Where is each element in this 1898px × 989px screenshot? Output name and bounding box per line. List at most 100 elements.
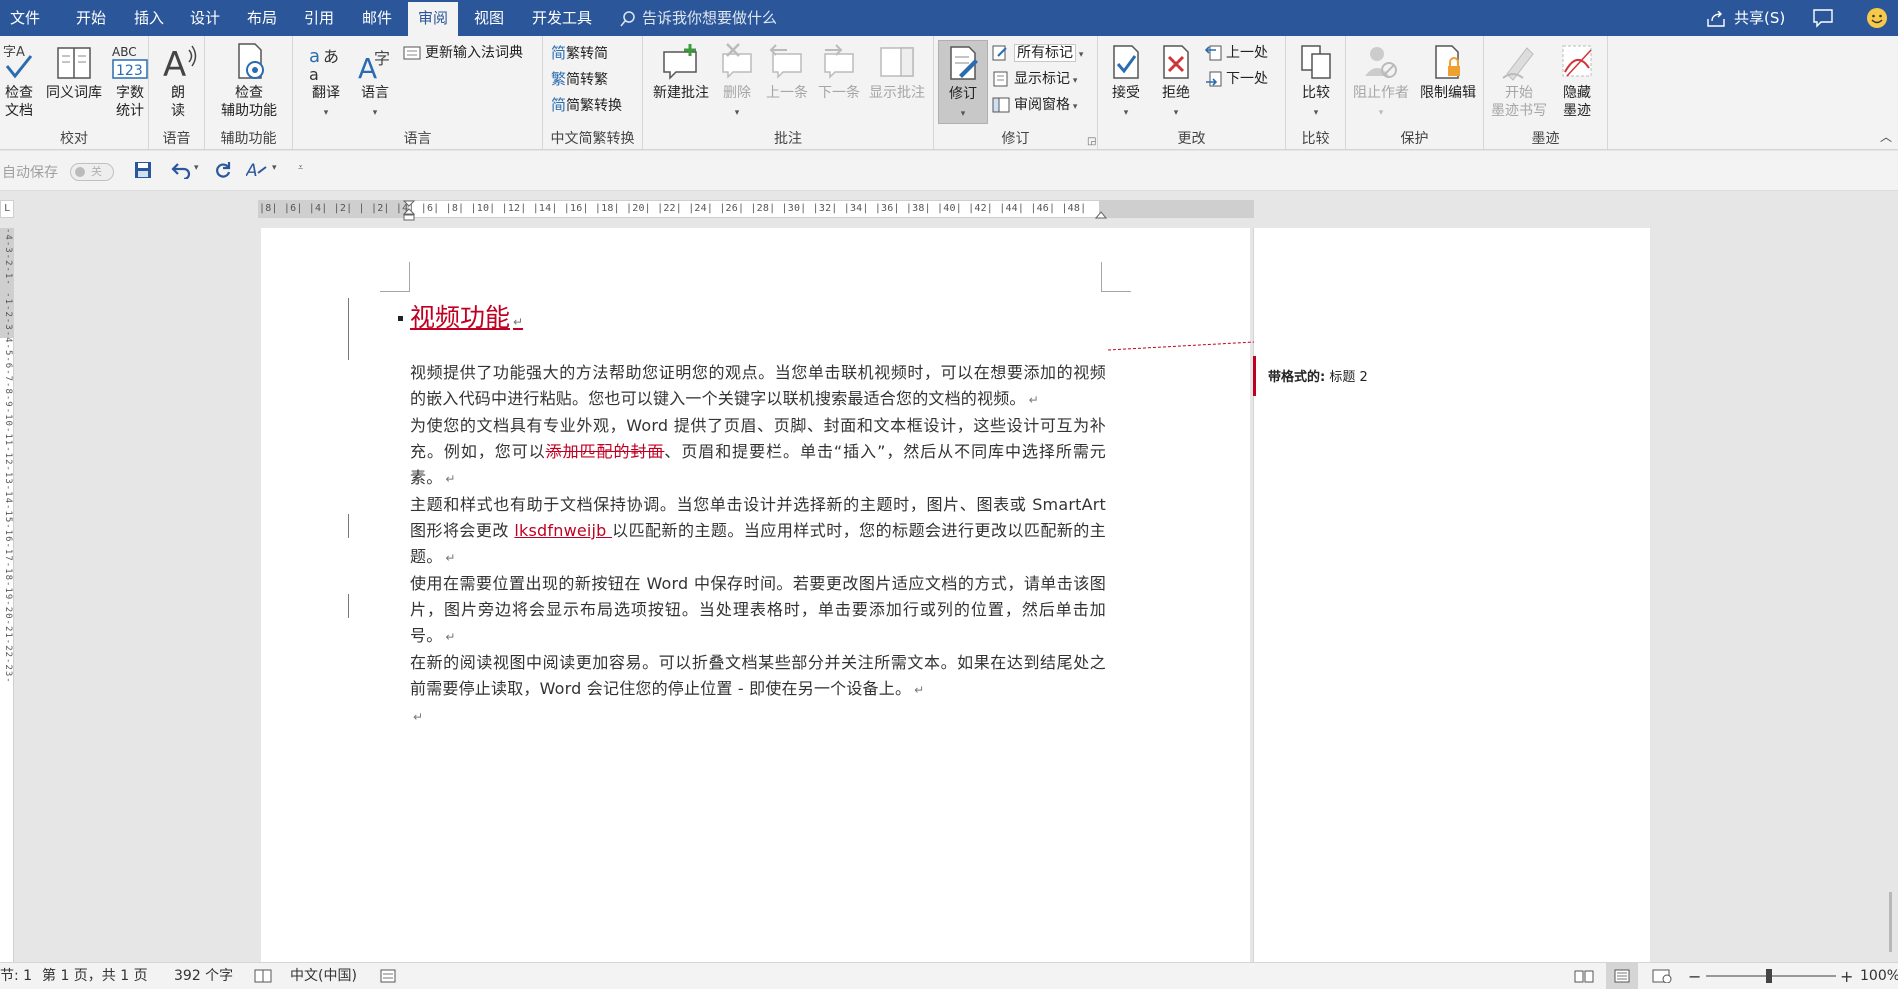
paragraph[interactable]: 视频提供了功能强大的方法帮助您证明您的观点。当您单击联机视频时，可以在想要添加的… [410,360,1106,413]
paragraph[interactable]: 主题和样式也有助于文档保持协调。当您单击设计并选择新的主题时，图片、图表或 Sm… [410,492,1106,571]
deleted-text[interactable]: 添加匹配的封面 [546,442,665,461]
reviewing-pane-dropdown-icon[interactable]: ▾ [1070,102,1078,112]
next-comment-button[interactable]: 下一条 [815,42,863,102]
tab-home[interactable]: 开始 [66,0,116,36]
proofing-status-icon[interactable] [254,963,272,989]
markup-display-icon [992,45,1007,61]
compare-button[interactable]: 比较 ▾ [1294,42,1338,122]
hide-ink-button[interactable]: 隐藏 墨迹 [1550,42,1604,120]
zoom-level[interactable]: 100% [1860,963,1898,989]
collapse-ribbon-icon[interactable]: ︿ [1880,128,1892,145]
language-dropdown-icon[interactable]: ▾ [373,108,378,118]
undo-dropdown-icon[interactable]: ▾ [194,163,199,173]
formatting-balloon[interactable]: 带格式的: 标题 2 [1253,356,1650,396]
scrollbar-thumb[interactable] [1889,892,1892,952]
show-comments-button[interactable]: 显示批注 [865,42,929,102]
customize-qat-icon[interactable]: ⩡ [298,163,303,173]
page-indicator[interactable]: 第 1 页，共 1 页 [42,963,148,989]
text-format-dropdown-icon[interactable]: ▾ [272,163,277,173]
paragraph[interactable]: 使用在需要位置出现的新按钮在 Word 中保存时间。若要更改图片适应文档的方式，… [410,571,1106,650]
show-markup-dropdown-icon[interactable]: ▾ [1070,76,1078,86]
track-changes-dropdown-icon[interactable]: ▾ [961,109,966,119]
zoom-slider[interactable] [1706,969,1836,983]
update-ime-button[interactable]: 更新输入法词典 [403,42,523,64]
language-indicator[interactable]: 中文(中国) [290,963,357,989]
next-comment-label: 下一条 [818,85,860,101]
paragraph-mark: ↵ [445,630,456,644]
previous-change-button[interactable]: 上一处 [1204,42,1268,64]
vertical-scrollbar[interactable] [1884,192,1898,962]
tab-selector[interactable]: L [0,200,14,218]
block-authors-button[interactable]: 阻止作者 ▾ [1350,42,1412,122]
markup-dropdown-icon[interactable]: ▾ [1076,50,1084,60]
inserted-text[interactable]: lksdfnweijb [514,521,612,540]
indent-marker-icon[interactable] [403,200,415,222]
print-layout-icon[interactable] [1606,963,1638,989]
tracking-dialog-launcher-icon[interactable]: ◲ [1087,136,1096,147]
paragraph[interactable]: 在新的阅读视图中阅读更加容易。可以折叠文档某些部分并关注所需文本。如果在达到结尾… [410,650,1106,703]
show-markup-button[interactable]: 显示标记 ▾ [992,68,1077,90]
tell-me-search[interactable]: 告诉我你想要做什么 [620,0,777,36]
check-accessibility-button[interactable]: 检查 辅助功能 [211,42,287,120]
text-format-icon[interactable]: A [246,161,268,179]
tab-references[interactable]: 引用 [294,0,344,36]
macro-recording-icon[interactable] [380,963,396,989]
tab-insert[interactable]: 插入 [124,0,174,36]
tab-mailings[interactable]: 邮件 [352,0,402,36]
delete-dropdown-icon[interactable]: ▾ [735,108,740,118]
comments-icon[interactable] [1812,8,1834,32]
autosave-toggle[interactable]: 关 [70,163,114,181]
undo-icon[interactable] [170,161,192,179]
compare-dropdown-icon[interactable]: ▾ [1314,108,1319,118]
zoom-out-button[interactable]: − [1688,963,1701,989]
to-traditional-button[interactable]: 繁简转繁 [551,68,608,90]
right-indent-marker-icon[interactable] [1095,209,1107,219]
share-button[interactable]: 共享(S) [1706,0,1785,36]
empty-paragraph[interactable]: ↵ [410,703,1106,730]
accept-dropdown-icon[interactable]: ▾ [1124,108,1129,118]
horizontal-ruler[interactable]: |8| |6| |4| |2| | |2| |4| |6| |8| |10| |… [258,200,1254,221]
tab-developer[interactable]: 开发工具 [522,0,602,36]
spelling-button[interactable]: 字A 检查 文档 [2,42,36,120]
previous-comment-button[interactable]: 上一条 [763,42,811,102]
paragraph[interactable]: 为使您的文档具有专业外观，Word 提供了页眉、页脚、封面和文本框设计，这些设计… [410,413,1106,492]
markup-display-select[interactable]: 所有标记 ▾ [992,42,1083,64]
tab-review[interactable]: 审阅 [408,2,459,36]
to-simplified-button[interactable]: 简繁转简 [551,42,608,64]
restrict-editing-button[interactable]: 限制编辑 [1416,42,1480,102]
save-icon[interactable] [134,161,152,179]
tab-design[interactable]: 设计 [180,0,230,36]
reject-button[interactable]: 拒绝 ▾ [1154,42,1198,122]
delete-comment-button[interactable]: 删除 ▾ [719,42,755,122]
next-change-button[interactable]: 下一处 [1204,68,1268,90]
tab-file[interactable]: 文件 [0,0,50,36]
new-comment-icon [663,44,697,80]
zoom-slider-thumb[interactable] [1766,969,1772,983]
translate-button[interactable]: aあa 翻译 ▾ [303,42,349,122]
accept-button[interactable]: 接受 ▾ [1104,42,1148,122]
word-count-indicator[interactable]: 392 个字 [174,963,233,989]
document-body[interactable]: 视频功能 ↵ 视频提供了功能强大的方法帮助您证明您的观点。当您单击联机视频时，可以… [398,296,1106,730]
start-inking-button[interactable]: 开始 墨迹书写 [1490,42,1548,120]
thesaurus-button[interactable]: 同义词库 [42,42,106,102]
convert-button[interactable]: 简简繁转换 [551,94,622,116]
track-changes-button[interactable]: 修订 ▾ [938,40,988,124]
heading-2[interactable]: 视频功能 ↵ [398,296,1106,344]
vertical-ruler[interactable]: -4-3-2-1- -1-2-3-4-5-6-7-8-9-10-11-12-13… [0,228,14,962]
read-mode-icon[interactable] [1574,963,1594,989]
tab-layout[interactable]: 布局 [237,0,287,36]
tab-view[interactable]: 视图 [464,0,514,36]
feedback-smiley-icon[interactable] [1866,7,1888,33]
block-authors-dropdown-icon[interactable]: ▾ [1379,108,1384,118]
new-comment-button[interactable]: 新建批注 [649,42,713,102]
section-indicator[interactable]: 节: 1 [0,963,32,989]
translate-dropdown-icon[interactable]: ▾ [324,108,329,118]
reject-dropdown-icon[interactable]: ▾ [1174,108,1179,118]
zoom-in-button[interactable]: + [1840,963,1853,989]
reviewing-pane-button[interactable]: 审阅窗格 ▾ [992,94,1077,116]
web-layout-icon[interactable] [1652,963,1672,989]
word-count-button[interactable]: ABC 123 字数 统计 [112,42,148,120]
read-aloud-button[interactable]: A 朗 读 [161,42,197,120]
redo-icon[interactable] [214,161,232,179]
language-button[interactable]: A字 语言 ▾ [353,42,397,122]
